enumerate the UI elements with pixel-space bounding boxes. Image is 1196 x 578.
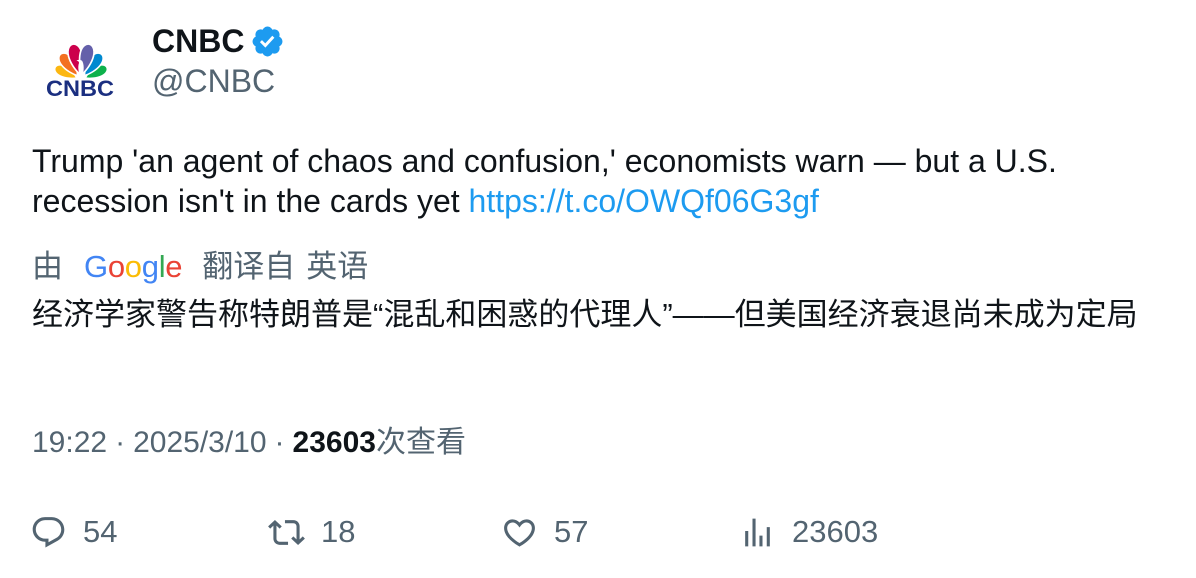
verified-badge-svg xyxy=(252,26,283,56)
reply-icon xyxy=(32,516,65,547)
google-logo: Google xyxy=(84,247,183,287)
cnbc-peacock-logo: CNBC xyxy=(46,43,114,101)
author-name-row: CNBC xyxy=(152,21,285,61)
retweet-icon xyxy=(268,519,305,545)
translated-text: 经济学家警告称特朗普是“混乱和困惑的代理人”——但美国经济衰退尚未成为定局 xyxy=(32,297,1138,332)
tweet-date[interactable]: 2025/3/10 xyxy=(133,426,266,459)
reply-button[interactable]: 54 xyxy=(30,512,117,552)
views-icon-shape xyxy=(745,518,770,546)
logo-wordmark: CNBC xyxy=(46,76,114,101)
views-action-count: 23603 xyxy=(792,514,879,549)
tweet-link[interactable]: https://t.co/OWQf06G3gf xyxy=(469,183,819,219)
google-logo-letter: o xyxy=(107,249,125,284)
translation-attribution[interactable]: 由 Google 翻译自 英语 xyxy=(32,247,368,287)
google-logo-letter: o xyxy=(124,249,142,284)
user-handle[interactable]: @CNBC xyxy=(152,61,275,101)
views-icon xyxy=(745,518,770,546)
like-count: 57 xyxy=(554,514,589,549)
like-icon-shape xyxy=(504,518,535,547)
views-button[interactable]: 23603 xyxy=(739,512,878,552)
tweet-time[interactable]: 19:22 xyxy=(32,426,107,459)
translation-source-language: 英语 xyxy=(306,249,369,284)
translation-by-label: 由 xyxy=(32,249,63,284)
google-logo-letter: G xyxy=(84,249,108,284)
tweet-meta: 19:22 · 2025/3/10 · 23603次查看 xyxy=(32,423,466,463)
translation-from-label: 翻译自 xyxy=(202,249,296,284)
avatar[interactable]: CNBC xyxy=(32,22,128,118)
display-name[interactable]: CNBC xyxy=(152,21,244,61)
meta-separator: · xyxy=(115,426,126,459)
reply-count: 54 xyxy=(83,514,118,549)
retweet-icon-shape xyxy=(268,519,305,545)
views-label: 次查看 xyxy=(375,426,466,459)
google-logo-letter: g xyxy=(141,249,159,284)
like-icon xyxy=(504,518,535,547)
google-logo-letter: e xyxy=(165,249,183,284)
retweet-button[interactable]: 18 xyxy=(268,512,355,552)
verified-badge-shape xyxy=(252,26,283,56)
tweet-text: Trump 'an agent of chaos and confusion,'… xyxy=(32,141,1152,221)
reply-icon-shape xyxy=(32,516,65,547)
meta-separator: · xyxy=(274,426,285,459)
verified-badge-icon xyxy=(250,24,285,59)
views-count: 23603 xyxy=(292,426,376,459)
like-button[interactable]: 57 xyxy=(501,512,588,552)
retweet-count: 18 xyxy=(321,514,356,549)
